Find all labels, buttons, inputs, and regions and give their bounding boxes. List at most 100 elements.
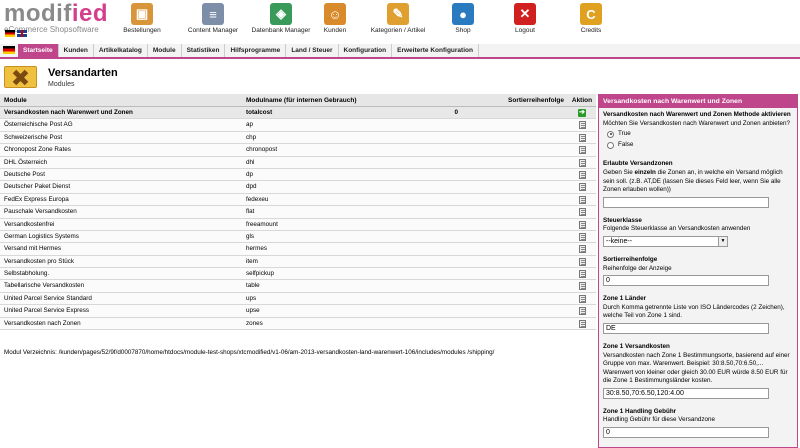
zones-desc-pre: Geben Sie xyxy=(603,168,635,176)
tab-konfiguration[interactable]: Konfiguration xyxy=(339,44,393,57)
edit-icon[interactable] xyxy=(578,170,586,179)
edit-icon[interactable] xyxy=(578,146,586,155)
zone1-handling-desc: Handling Gebühr für diese Versandzone xyxy=(603,416,716,424)
edit-icon[interactable] xyxy=(578,257,586,266)
radio-true-dot[interactable] xyxy=(607,130,614,138)
cell-module: Schweizerische Post xyxy=(4,133,63,141)
cell-module: Versandkostenfrei xyxy=(4,220,55,228)
edit-icon[interactable] xyxy=(578,158,586,167)
edit-icon[interactable] xyxy=(578,183,586,192)
tab-erweiterte-konfiguration[interactable]: Erweiterte Konfiguration xyxy=(392,44,479,57)
radio-false-dot[interactable] xyxy=(607,141,614,149)
cell-module: Versandkosten nach Zonen xyxy=(4,319,81,327)
radio-false[interactable]: False xyxy=(607,141,793,150)
zone1-handling-title: Zone 1 Handling Gebühr xyxy=(603,407,677,415)
table-row[interactable]: Chronopost Zone Rates chronopost xyxy=(0,144,596,157)
edit-icon[interactable] xyxy=(578,282,586,291)
tab-startseite[interactable]: Startseite xyxy=(18,44,59,57)
chevron-down-icon[interactable]: ▼ xyxy=(718,236,727,246)
table-row[interactable]: Österreichische Post AG ap xyxy=(0,119,596,132)
table-row[interactable]: Deutsche Post dp xyxy=(0,168,596,182)
topnav-item-credits[interactable]: C Credits xyxy=(546,3,636,34)
header-module: Module xyxy=(4,97,27,104)
radio-true[interactable]: True xyxy=(607,130,793,139)
cell-sort xyxy=(452,268,568,279)
zone1-countries-input[interactable]: DE xyxy=(603,322,769,334)
edit-icon[interactable] xyxy=(578,133,586,142)
cell-module: Deutscher Paket Dienst xyxy=(4,183,71,191)
cell-sort xyxy=(452,119,568,130)
table-row[interactable]: Selbstabholung. selfpickup xyxy=(0,268,596,281)
table-row[interactable]: Pauschale Versandkosten flat xyxy=(0,206,596,219)
cell-sort xyxy=(452,305,568,316)
zones-desc-bold: einzeln xyxy=(634,168,656,176)
cell-action: ➔ xyxy=(568,107,596,118)
cell-code: zones xyxy=(246,319,263,327)
shipping-tools-icon xyxy=(4,66,37,88)
users-icon: ☺ xyxy=(324,3,346,25)
activate-title: Versandkosten nach Warenwert und Zonen M… xyxy=(603,111,791,118)
tab-hilfsprogramme[interactable]: Hilfsprogramme xyxy=(225,44,287,57)
header-modulname: Modulname (für internen Gebrauch) xyxy=(246,97,357,104)
zone1-cost-input[interactable]: 30:8.50,70:6.50,120:4.00 xyxy=(603,387,769,399)
tax-title: Steuerklasse xyxy=(603,216,642,224)
zone1-countries-desc: Durch Komma getrennte Liste von ISO Länd… xyxy=(603,303,785,320)
cell-code: table xyxy=(246,282,260,290)
edit-icon[interactable] xyxy=(578,319,586,328)
table-row[interactable]: Tabellarische Versandkosten table xyxy=(0,280,596,293)
cell-module: German Logistics Systems xyxy=(4,232,79,240)
edit-icon[interactable] xyxy=(578,208,586,217)
zone1-handling-input[interactable]: 0 xyxy=(603,427,769,439)
german-flag-icon[interactable] xyxy=(3,46,15,54)
edit-icon[interactable] xyxy=(578,220,586,229)
edit-icon[interactable] xyxy=(578,245,586,254)
cell-module: Österreichische Post AG xyxy=(4,121,73,129)
cell-code: flat xyxy=(246,208,255,216)
cell-sort xyxy=(452,169,568,180)
table-row[interactable]: Deutscher Paket Dienst dpd xyxy=(0,181,596,194)
cell-code: chp xyxy=(246,133,257,141)
cell-sort xyxy=(452,181,568,192)
table-row[interactable]: Versandkosten pro Stück item xyxy=(0,255,596,269)
edit-icon[interactable] xyxy=(578,232,586,241)
table-row[interactable]: German Logistics Systems gls xyxy=(0,230,596,244)
tab-artikelkatalog[interactable]: Artikelkatalog xyxy=(94,44,148,57)
edit-icon[interactable] xyxy=(578,195,586,204)
table-row[interactable]: DHL Österreich dhl xyxy=(0,156,596,169)
document-icon: ≡ xyxy=(202,3,224,25)
cell-action xyxy=(568,219,596,230)
sort-title: Sortierreihenfolge xyxy=(603,255,658,263)
cell-module: Versandkosten nach Warenwert und Zonen xyxy=(4,109,133,116)
tab-land-steuer[interactable]: Land / Steuer xyxy=(286,44,339,57)
table-row[interactable]: United Parcel Service Standard ups xyxy=(0,292,596,306)
box-icon: ▣ xyxy=(131,3,153,25)
sort-input[interactable]: 0 xyxy=(603,275,769,287)
go-arrow-icon[interactable]: ➔ xyxy=(578,109,586,117)
edit-icon[interactable] xyxy=(578,307,586,316)
edit-icon[interactable] xyxy=(578,121,586,130)
topnav-label: Credits xyxy=(580,27,602,34)
table-row[interactable]: Versand mit Hermes hermes xyxy=(0,243,596,256)
cell-sort xyxy=(452,293,568,304)
table-row[interactable]: Schweizerische Post chp xyxy=(0,131,596,145)
table-row[interactable]: Versandkosten nach Zonen zones xyxy=(0,317,596,331)
zone1-cost-desc: Versandkosten nach Zone 1 Bestimmungsort… xyxy=(603,351,790,385)
cell-code: dpd xyxy=(246,183,257,191)
zones-input[interactable] xyxy=(603,196,769,208)
globe-icon: ● xyxy=(452,3,474,25)
tab-kunden[interactable]: Kunden xyxy=(59,44,94,57)
edit-icon[interactable] xyxy=(578,294,586,303)
edit-icon[interactable] xyxy=(578,270,586,279)
tab-statistiken[interactable]: Statistiken xyxy=(182,44,226,57)
zones-desc: Geben Sie einzeln die Zonen an, in welch… xyxy=(603,169,793,195)
table-row[interactable]: Versandkosten nach Warenwert und Zonen to… xyxy=(0,107,596,120)
tab-module[interactable]: Module xyxy=(148,44,182,57)
table-row[interactable]: Versandkostenfrei freeamount xyxy=(0,218,596,231)
table-row[interactable]: United Parcel Service Express upse xyxy=(0,305,596,318)
table-row[interactable]: FedEx Express Europa fedexeu xyxy=(0,193,596,207)
tax-select[interactable]: --keine-- ▼ xyxy=(603,235,728,247)
cell-action xyxy=(568,293,596,304)
cell-action xyxy=(568,206,596,217)
cell-action xyxy=(568,268,596,279)
zone1-countries-title: Zone 1 Länder xyxy=(603,295,647,303)
